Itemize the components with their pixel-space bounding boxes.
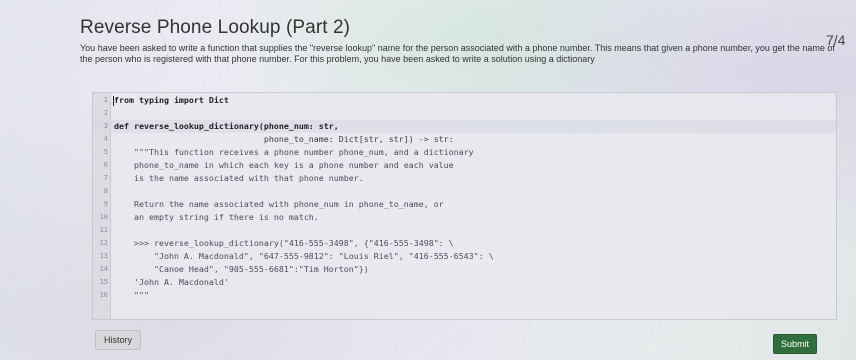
code-line[interactable]: 8 xyxy=(93,185,836,198)
code-text: phone_to_name in which each key is a pho… xyxy=(114,160,454,170)
line-number: 9 xyxy=(103,200,108,208)
line-number: 10 xyxy=(99,213,108,221)
code-text: phone_to_name: Dict[str, str]) -> str: xyxy=(114,134,454,144)
code-line[interactable]: 11 xyxy=(93,224,836,237)
line-number: 4 xyxy=(103,135,108,143)
code-text: """This function receives a phone number… xyxy=(114,147,474,157)
line-number: 12 xyxy=(99,239,108,247)
line-number: 14 xyxy=(99,265,108,273)
code-line[interactable]: 7 is the name associated with that phone… xyxy=(93,172,836,185)
code-text: >>> reverse_lookup_dictionary("416-555-3… xyxy=(114,238,454,248)
line-number: 3 xyxy=(103,122,108,130)
line-number: 7 xyxy=(103,174,108,182)
code-text: is the name associated with that phone n… xyxy=(114,173,364,183)
line-number: 11 xyxy=(99,226,108,234)
code-line[interactable]: 12 >>> reverse_lookup_dictionary("416-55… xyxy=(93,237,836,250)
code-line[interactable]: 9 Return the name associated with phone_… xyxy=(93,198,836,211)
code-line[interactable]: 4 phone_to_name: Dict[str, str]) -> str: xyxy=(93,133,836,146)
line-number: 2 xyxy=(103,109,108,117)
code-text: "John A. Macdonald", "647-555-9812": "Lo… xyxy=(114,251,494,261)
line-number: 8 xyxy=(103,187,108,195)
code-text: 'John A. Macdonald' xyxy=(114,277,229,287)
code-line[interactable]: 2 xyxy=(93,107,836,120)
code-line[interactable]: 15 'John A. Macdonald' xyxy=(93,276,836,289)
code-line[interactable]: 5 """This function receives a phone numb… xyxy=(93,146,836,159)
line-number: 6 xyxy=(103,161,108,169)
page-title: Reverse Phone Lookup (Part 2) xyxy=(80,17,351,38)
code-editor[interactable]: 1 from typing import Dict 2 3 def reverse_lo… xyxy=(92,92,837,320)
problem-description: You have been asked to write a function … xyxy=(80,43,835,64)
code-text: Return the name associated with phone_nu… xyxy=(114,199,444,209)
code-line[interactable]: 13 "John A. Macdonald", "647-555-9812": … xyxy=(93,250,836,263)
line-number: 5 xyxy=(103,148,108,156)
code-text: "Canoe Head", "905-555-6681":"Tim Horton… xyxy=(114,264,369,274)
line-number: 16 xyxy=(99,291,108,299)
code-line[interactable]: 14 "Canoe Head", "905-555-6681":"Tim Hor… xyxy=(93,263,836,276)
line-number: 13 xyxy=(99,252,108,260)
line-number: 1 xyxy=(103,96,108,104)
code-text: def reverse_lookup_dictionary(phone_num:… xyxy=(114,121,339,131)
code-line[interactable]: 10 an empty string if there is no match. xyxy=(93,211,836,224)
code-line[interactable]: 1 from typing import Dict xyxy=(93,94,836,107)
code-text: from typing import Dict xyxy=(114,95,229,105)
code-line[interactable]: 6 phone_to_name in which each key is a p… xyxy=(93,159,836,172)
line-number: 15 xyxy=(99,278,108,286)
submit-button[interactable]: Submit xyxy=(773,334,817,354)
text-cursor xyxy=(113,96,114,106)
code-text: an empty string if there is no match. xyxy=(114,212,319,222)
code-text: """ xyxy=(114,290,149,300)
code-line[interactable]: 16 """ xyxy=(93,289,836,302)
code-line[interactable]: 3 def reverse_lookup_dictionary(phone_num… xyxy=(93,120,836,133)
history-button[interactable]: History xyxy=(95,330,141,350)
